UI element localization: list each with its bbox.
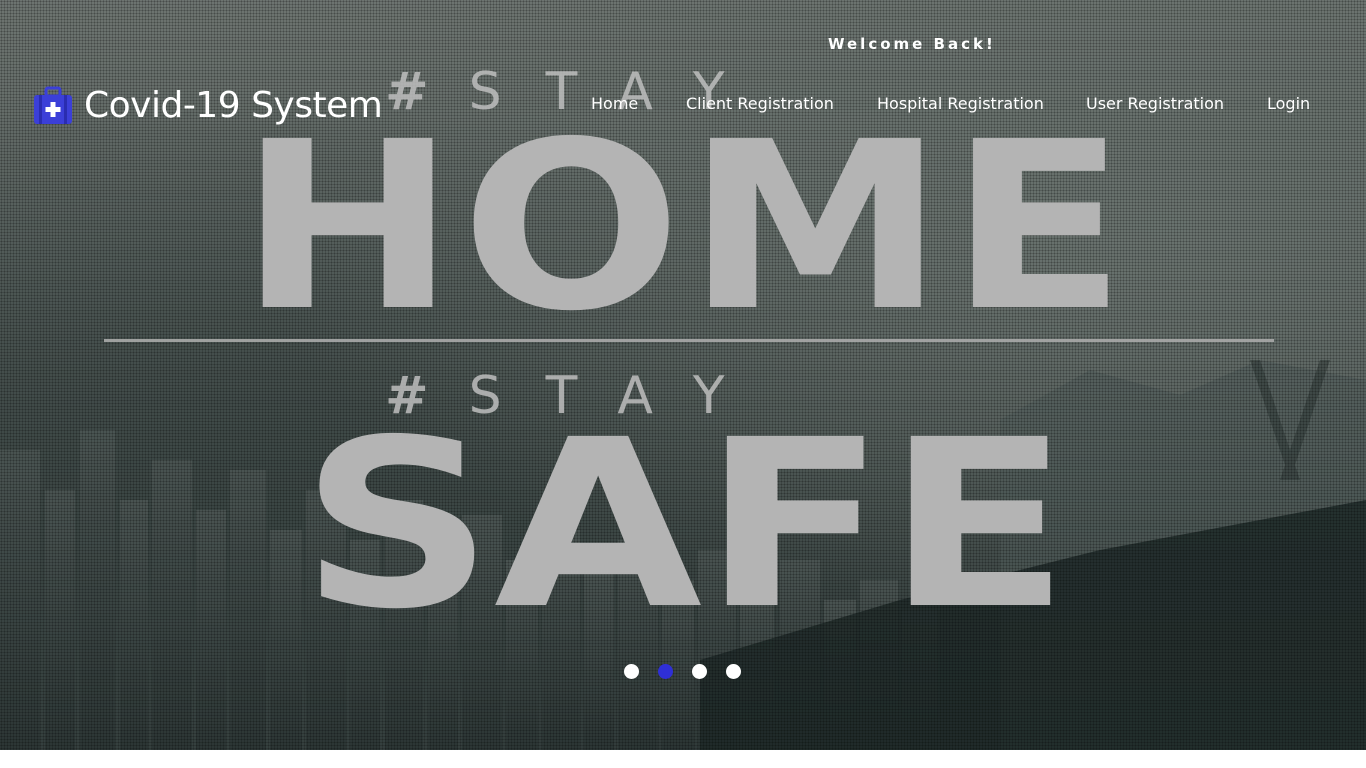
carousel-indicator[interactable] xyxy=(726,664,741,679)
nav-home[interactable]: Home xyxy=(591,94,638,113)
carousel-indicator[interactable] xyxy=(692,664,707,679)
carousel-indicator[interactable] xyxy=(658,664,673,679)
divider-line xyxy=(104,339,1274,342)
hero-carousel: #STAY HOME #STAY SAFE Welcome Back! Covi… xyxy=(0,0,1366,750)
carousel-indicator[interactable] xyxy=(624,664,639,679)
carousel-indicators xyxy=(624,664,744,680)
brand-title: Covid-19 System xyxy=(84,84,383,126)
welcome-message: Welcome Back! xyxy=(828,35,996,53)
medical-kit-icon xyxy=(34,86,72,124)
safe-headline: SAFE xyxy=(300,390,1070,660)
nav-client-registration[interactable]: Client Registration xyxy=(686,94,834,113)
home-headline: HOME xyxy=(238,92,1132,362)
brand-logo-link[interactable]: Covid-19 System xyxy=(32,84,383,126)
nav-user-registration[interactable]: User Registration xyxy=(1086,94,1224,113)
nav-login[interactable]: Login xyxy=(1267,94,1310,113)
nav-hospital-registration[interactable]: Hospital Registration xyxy=(877,94,1044,113)
